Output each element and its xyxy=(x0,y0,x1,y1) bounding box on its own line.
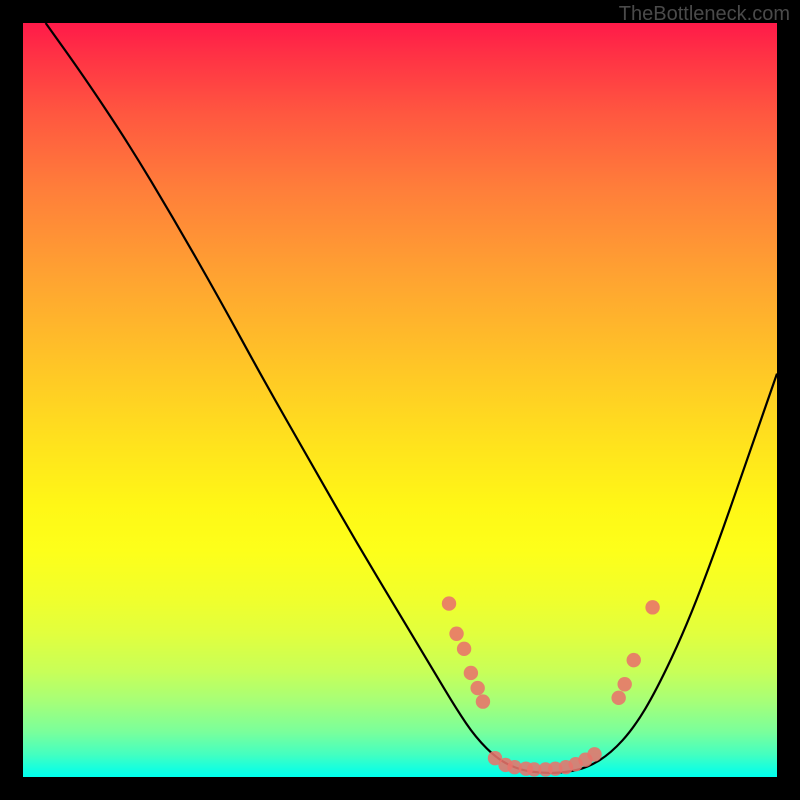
watermark-text: TheBottleneck.com xyxy=(619,3,790,26)
data-point xyxy=(627,653,641,667)
data-point xyxy=(587,747,601,761)
data-point xyxy=(617,677,631,691)
data-point xyxy=(449,627,463,641)
data-point xyxy=(470,681,484,695)
bottleneck-curve xyxy=(46,23,777,773)
data-point xyxy=(611,691,625,705)
data-point xyxy=(442,596,456,610)
scatter-points xyxy=(442,596,660,776)
chart-svg xyxy=(23,23,777,777)
plot-area xyxy=(23,23,777,777)
data-point xyxy=(457,642,471,656)
data-point xyxy=(645,600,659,614)
data-point xyxy=(464,666,478,680)
outer-frame: TheBottleneck.com xyxy=(0,0,800,800)
data-point xyxy=(476,694,490,708)
